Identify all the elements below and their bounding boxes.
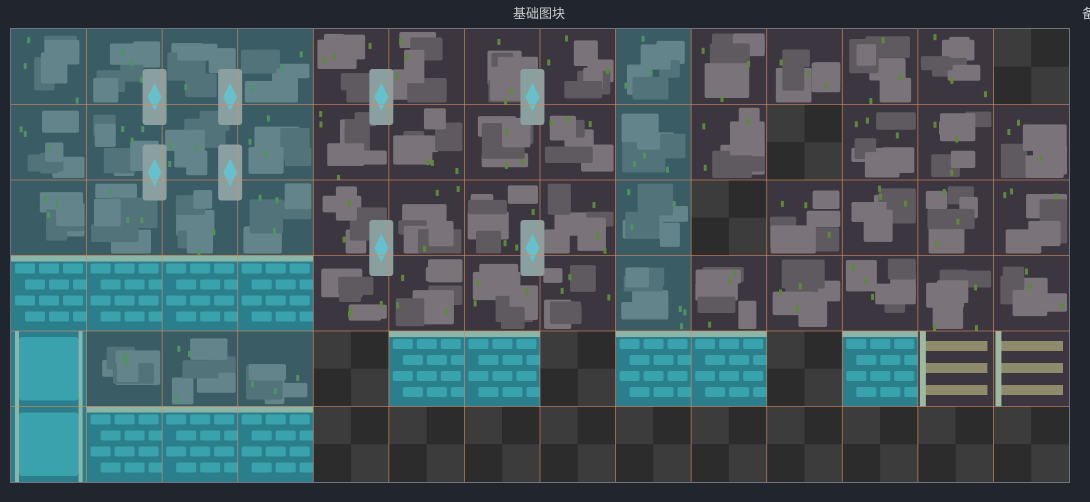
- transparent-tile: [351, 444, 389, 482]
- transparent-tile: [653, 444, 692, 482]
- panel-title: 基础图块: [512, 7, 565, 22]
- tileset-canvas[interactable]: [10, 28, 1070, 483]
- transparent-tile: [502, 444, 540, 482]
- transparent-tile: [426, 444, 465, 482]
- transparent-tile: [880, 444, 918, 482]
- transparent-tile: [728, 444, 767, 482]
- transparent-tile: [1031, 66, 1069, 105]
- transparent-tile: [577, 368, 616, 407]
- transparent-tile: [728, 217, 767, 256]
- transparent-tile: [351, 368, 389, 407]
- transparent-tile: [1031, 444, 1069, 482]
- tileset-svg[interactable]: [11, 29, 1069, 482]
- transparent-tile: [955, 444, 994, 482]
- transparent-tile: [804, 142, 843, 180]
- transparent-tile: [577, 444, 616, 482]
- transparent-tile: [804, 444, 843, 482]
- transparent-tile: [804, 368, 843, 407]
- side-panel-label: 备: [1082, 7, 1090, 22]
